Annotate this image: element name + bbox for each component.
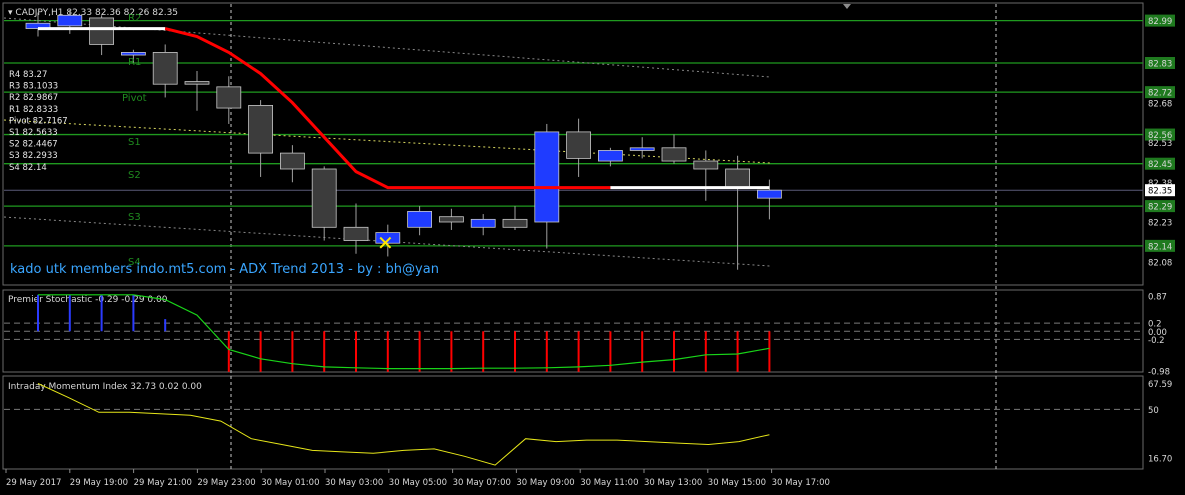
watermark-text: kado utk members indo.mt5.com - ADX Tren… (10, 262, 439, 277)
candle-body (343, 226, 369, 241)
channel-middle (3, 119, 771, 164)
chart-shift-icon[interactable] (843, 4, 851, 9)
pivot-value-label: R2 82.9867 (9, 93, 58, 103)
time-label: 30 May 05:00 (389, 478, 447, 488)
level-name: Pivot (122, 93, 147, 104)
pivot-value-label: R1 82.8333 (9, 105, 58, 115)
price-axis: 82.9982.8382.6882.7282.5682.5382.4582.38… (1145, 14, 1175, 268)
time-label: 30 May 09:00 (516, 478, 574, 488)
time-label: 30 May 17:00 (772, 478, 830, 488)
level-name: R1 (128, 57, 141, 68)
time-label: 30 May 07:00 (453, 478, 511, 488)
time-label: 30 May 11:00 (580, 478, 638, 488)
pivot-value-label: Pivot 82.7167 (9, 116, 68, 126)
price-label: 82.83 (1148, 60, 1172, 70)
candle-body (566, 131, 591, 159)
x-marker-icon: ✕ (377, 231, 394, 255)
level-name: S3 (128, 212, 141, 223)
level-name: R2 (128, 13, 141, 24)
momentum-axis-label: 50 (1148, 406, 1159, 416)
candle-body (57, 14, 83, 27)
candle-body (629, 147, 655, 151)
channel-upper (3, 17, 771, 78)
stoch-guides (4, 322, 1143, 340)
price-label: 82.53 (1148, 139, 1172, 149)
candle-body (725, 168, 750, 188)
candle-body (279, 152, 305, 170)
time-label: 29 May 2017 (6, 478, 61, 488)
time-label: 30 May 13:00 (644, 478, 702, 488)
pivot-value-label: S2 82.4467 (9, 140, 58, 150)
candle-body (661, 147, 687, 162)
pivot-value-label: S4 82.14 (9, 163, 47, 173)
chart-header: ▾ CADJPY,H1 82.33 82.36 82.26 82.35 (8, 8, 178, 18)
pivot-label-list: R4 83.27 R3 83.1033R2 82.9867 R1 82.8333Pi… (9, 70, 68, 173)
momentum-axis: 67.59 50 16.70 (1148, 380, 1172, 465)
pivot-value-label: S1 82.5633 (9, 128, 58, 138)
time-label: 29 May 19:00 (70, 478, 128, 488)
candle-body (693, 160, 719, 170)
candle-body (216, 86, 242, 109)
momentum-curve (37, 383, 770, 466)
price-label: 82.68 (1148, 99, 1172, 109)
momentum-line (37, 383, 770, 466)
pivot-value-label: R4 83.27 (9, 70, 47, 80)
price-label: 82.08 (1148, 258, 1172, 268)
price-label: 82.29 (1148, 203, 1172, 213)
candle-body (89, 17, 114, 45)
time-label: 29 May 21:00 (134, 478, 192, 488)
level-name: S1 (128, 137, 141, 148)
pivot-value-label: R3 83.1033 (9, 82, 58, 92)
candle-body (407, 210, 433, 228)
price-label: 82.23 (1148, 219, 1172, 229)
dropdown-arrow-icon: ▾ (8, 8, 13, 18)
stoch-axis-label: 0.87 (1148, 293, 1167, 303)
price-label: 82.99 (1148, 17, 1172, 27)
level-name-labels: R2R1PivotS1S2S3S4 (122, 13, 147, 268)
level-name: S2 (128, 170, 141, 181)
candle-body (598, 150, 623, 162)
time-label: 30 May 03:00 (325, 478, 383, 488)
momentum-header: Intraday Momentum Index 32.73 0.02 0.00 (8, 382, 202, 392)
stoch-axis: 0.870.20.00-0.2-0.98 (1148, 293, 1170, 378)
candle-body (121, 52, 146, 56)
pivot-value-label: S3 82.2933 (9, 151, 58, 161)
candle-body (757, 189, 782, 199)
time-label: 30 May 01:00 (261, 478, 319, 488)
candle-body (438, 216, 464, 223)
price-label: 82.35 (1148, 187, 1172, 197)
price-label: 82.45 (1148, 160, 1172, 170)
mt4-chart-window[interactable]: ▾ CADJPY,H1 82.33 82.36 82.26 82.35 82.9… (0, 0, 1185, 495)
momentum-axis-label: 67.59 (1148, 380, 1172, 390)
candle-body (502, 218, 528, 228)
channel-lines (3, 17, 771, 267)
time-label: 29 May 23:00 (197, 478, 255, 488)
candle-body (184, 81, 210, 85)
price-label: 82.14 (1148, 242, 1172, 252)
price-label: 82.72 (1148, 89, 1172, 99)
stoch-axis-label: -0.98 (1148, 368, 1170, 378)
candle-body (534, 131, 560, 223)
candle-body (152, 52, 178, 85)
time-label: 30 May 15:00 (708, 478, 766, 488)
momentum-axis-label: 16.70 (1148, 455, 1172, 465)
stoch-axis-label: -0.2 (1148, 336, 1165, 346)
time-axis: 29 May 2017 29 May 19:00 29 May 21:00 29 Ma… (5, 469, 830, 488)
candle-body (311, 168, 337, 228)
candle-body (470, 218, 496, 228)
candle-body (248, 105, 274, 154)
